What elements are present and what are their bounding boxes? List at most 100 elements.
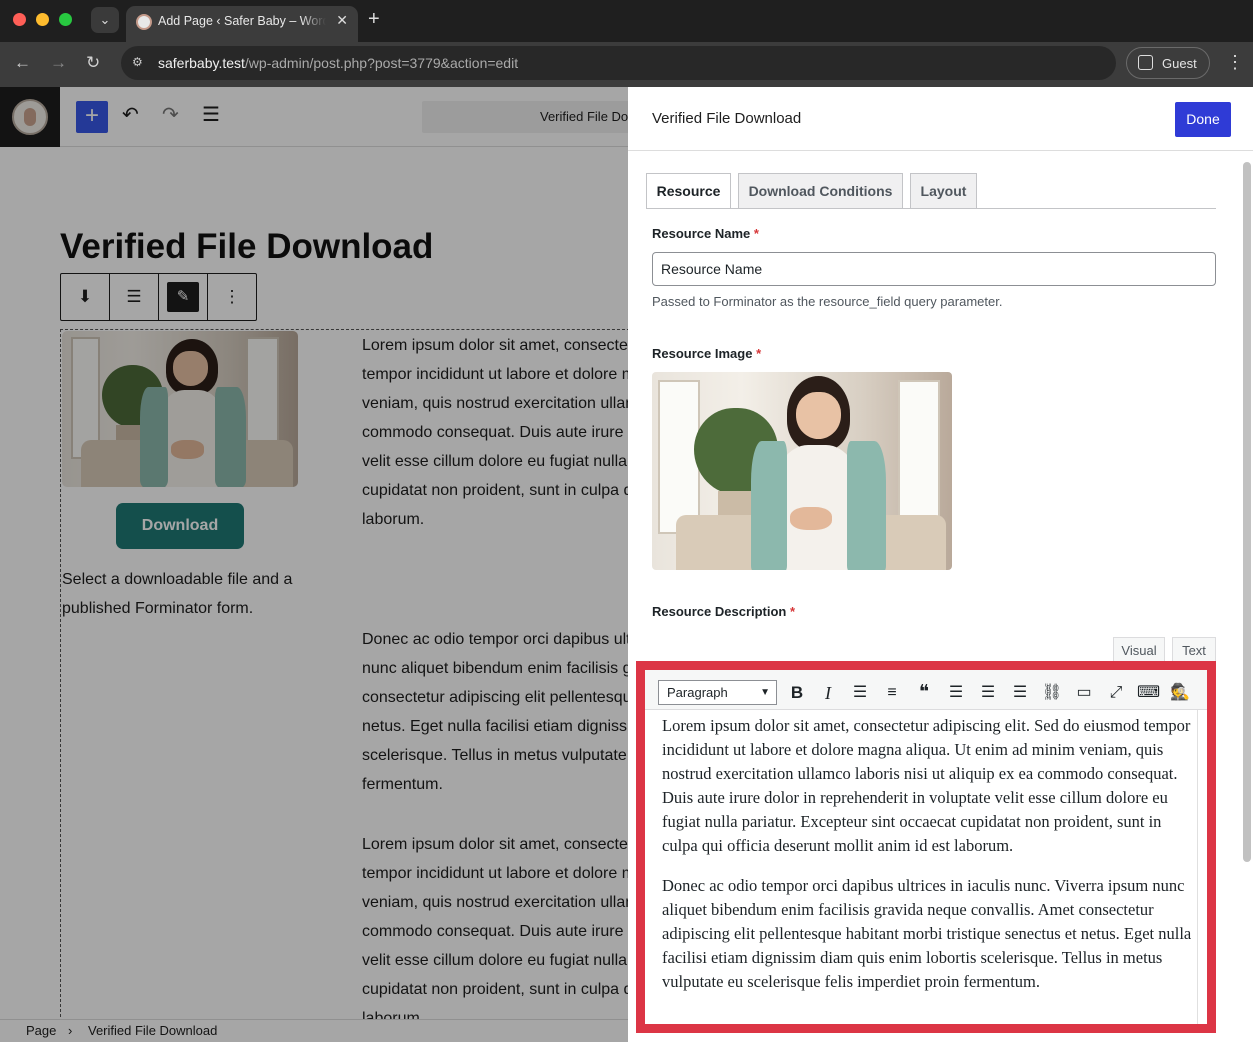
text-line: scelerisque. Tellus in metus vulputate <box>362 747 627 764</box>
post-title[interactable]: Verified File Download <box>60 227 433 267</box>
window-minimize-button[interactable] <box>36 13 49 26</box>
chevron-right-icon: › <box>68 1023 73 1038</box>
resource-image-label-text: Resource Image <box>652 346 753 361</box>
block-toolbar: ⬇ ☰ ✎ ⋮ <box>60 273 257 321</box>
photo-cardigan <box>847 441 886 570</box>
text-line: laborum. <box>362 511 425 528</box>
breadcrumb-page[interactable]: Page <box>26 1020 56 1042</box>
editor-scrollbar[interactable] <box>1197 710 1207 1024</box>
breadcrumb-current[interactable]: Verified File Download <box>88 1020 217 1042</box>
bullet-list-icon[interactable]: ☰ <box>849 682 871 704</box>
block-inserter-button[interactable]: + <box>76 101 108 133</box>
back-icon[interactable]: ← <box>14 53 31 73</box>
text-line: velit esse cillum dolore eu fugiat nulla <box>362 453 628 470</box>
resource-image-label: Resource Image * <box>652 346 761 361</box>
editor-paragraph-1: Lorem ipsum dolor sit amet, consectetur … <box>662 716 1191 855</box>
url-field[interactable]: ⚙ saferbaby.test/wp-admin/post.php?post=… <box>121 46 1116 80</box>
align-icon[interactable]: ☰ <box>110 274 159 320</box>
text-line: velit esse cillum dolore eu fugiat nulla <box>362 952 628 969</box>
photo-hand <box>170 440 204 459</box>
description-editor: Paragraph ▼ B I ☰ ≡ ❝ ☰ ☰ ☰ ⛓ ▭ ⤢ ⌨ 🕵 Lo… <box>636 661 1216 1033</box>
align-left-icon[interactable]: ☰ <box>945 682 967 704</box>
photo-cardigan <box>215 387 247 487</box>
reload-icon[interactable]: ↻ <box>86 53 100 73</box>
site-logo-button[interactable] <box>0 87 60 147</box>
text-line: consectetur adipiscing elit pellentesqu <box>362 689 628 706</box>
tab-layout[interactable]: Layout <box>910 173 977 208</box>
address-bar: ← → ↻ ⚙ saferbaby.test/wp-admin/post.php… <box>0 42 1253 87</box>
align-right-icon[interactable]: ☰ <box>1009 682 1031 704</box>
editor-content[interactable]: Lorem ipsum dolor sit amet, consectetur … <box>662 714 1192 1010</box>
editor-paragraph-2: Donec ac odio tempor orci dapibus ultric… <box>662 876 1192 991</box>
resource-description-label-text: Resource Description <box>652 604 787 619</box>
block-editor: + ↶ ↷ ☰ Verified File Download Verified … <box>0 87 628 1042</box>
blockquote-icon[interactable]: ❝ <box>913 682 935 704</box>
profile-button[interactable]: Guest <box>1126 47 1210 79</box>
text-line: veniam, quis nostrud exercitation ullam <box>362 395 628 412</box>
photo-cardigan <box>139 387 169 487</box>
block-type-icon[interactable]: ⬇ <box>61 274 110 320</box>
toolbar-toggle-icon[interactable]: ⌨ <box>1137 682 1160 704</box>
format-select-value: Paragraph <box>667 685 728 700</box>
text-mode-tab[interactable]: Text <box>1172 637 1216 664</box>
text-line: tempor incididunt ut labore et dolore m <box>362 865 628 882</box>
panel-scrollbar[interactable] <box>1243 162 1251 862</box>
align-center-icon[interactable]: ☰ <box>977 682 999 704</box>
link-icon[interactable]: ⛓ <box>1041 682 1063 704</box>
required-marker: * <box>753 226 759 241</box>
favicon-icon <box>136 14 152 30</box>
download-button[interactable]: Download <box>116 503 244 549</box>
tab-download-conditions[interactable]: Download Conditions <box>738 173 903 208</box>
close-icon[interactable]: ✕ <box>336 12 348 29</box>
browser-tab[interactable]: Add Page ‹ Safer Baby – WordPress ✕ <box>126 6 358 42</box>
document-title-bar[interactable]: Verified File Download <box>422 101 628 133</box>
tab-resource[interactable]: Resource <box>646 173 731 209</box>
text-line: commodo consequat. Duis aute irure d <box>362 923 628 940</box>
photo-cardigan <box>751 441 787 570</box>
block-placeholder-note: Select a downloadable file and a publish… <box>62 571 293 617</box>
site-logo-icon <box>12 99 48 135</box>
text-line: netus. Eget nulla facilisi etiam digniss <box>362 718 628 735</box>
pencil-icon: ✎ <box>167 282 199 312</box>
visual-mode-tab[interactable]: Visual <box>1113 637 1165 664</box>
read-more-icon[interactable]: ▭ <box>1073 682 1095 704</box>
tab-search-button[interactable]: ⌄ <box>91 7 119 33</box>
italic-icon[interactable]: I <box>817 682 839 704</box>
block-paragraph-1: Lorem ipsum dolor sit amet, consectetur … <box>362 331 628 534</box>
done-button[interactable]: Done <box>1175 102 1231 137</box>
chevron-down-icon: ▼ <box>760 687 770 698</box>
panel-header: Verified File Download Done <box>628 87 1253 151</box>
window-close-button[interactable] <box>13 13 26 26</box>
format-select[interactable]: Paragraph ▼ <box>658 680 777 705</box>
edit-button[interactable]: ✎ <box>159 274 208 320</box>
window-zoom-button[interactable] <box>59 13 72 26</box>
block-paragraph-2: Donec ac odio tempor orci dapibus ultr n… <box>362 625 628 799</box>
photo-face <box>172 351 209 386</box>
text-line: Donec ac odio tempor orci dapibus ultr <box>362 631 628 648</box>
site-info-icon[interactable]: ⚙ <box>132 55 148 71</box>
spy-icon[interactable]: 🕵 <box>1169 682 1191 704</box>
resource-name-label-text: Resource Name <box>652 226 751 241</box>
url-path: /wp-admin/post.php?post=3779&action=edit <box>244 55 519 71</box>
bold-icon[interactable]: B <box>786 682 808 704</box>
undo-icon[interactable]: ↶ <box>122 105 139 125</box>
url-host: saferbaby.test <box>158 55 245 71</box>
photo <box>652 372 952 570</box>
resource-name-help: Passed to Forminator as the resource_fie… <box>652 294 1003 309</box>
resource-name-field[interactable]: Resource Name <box>652 252 1216 286</box>
redo-icon[interactable]: ↷ <box>162 105 179 125</box>
panel-title: Verified File Download <box>652 110 802 127</box>
forward-icon[interactable]: → <box>50 53 67 73</box>
fullscreen-icon[interactable]: ⤢ <box>1105 682 1127 704</box>
more-options-icon[interactable]: ⋮ <box>208 274 256 320</box>
document-overview-icon[interactable]: ☰ <box>202 105 220 125</box>
profile-icon <box>1138 55 1153 70</box>
block-settings-panel: Verified File Download Done Resource Dow… <box>628 87 1253 1042</box>
new-tab-button[interactable]: + <box>368 9 380 29</box>
resource-image[interactable] <box>652 372 952 570</box>
text-line: fermentum. <box>362 776 443 793</box>
tab-title: Add Page ‹ Safer Baby – WordPress <box>158 14 326 28</box>
numbered-list-icon[interactable]: ≡ <box>881 682 903 704</box>
resource-description-label: Resource Description * <box>652 604 795 619</box>
kebab-icon[interactable]: ⋮ <box>1226 52 1244 73</box>
